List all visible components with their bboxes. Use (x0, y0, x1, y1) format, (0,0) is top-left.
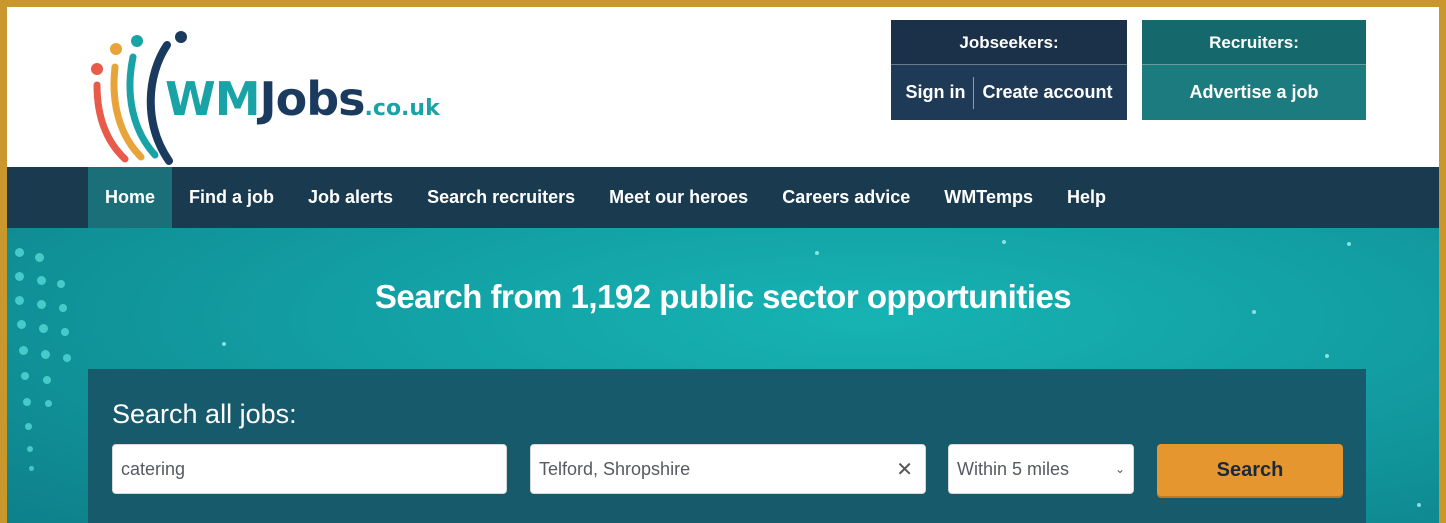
wmjobs-logo[interactable]: WMJobs.co.uk (85, 27, 440, 167)
location-field[interactable]: ✕ (530, 444, 926, 494)
jobseekers-links: Sign in Create account (891, 65, 1127, 120)
create-account-link[interactable]: Create account (982, 82, 1112, 103)
nav-item-search-recruiters[interactable]: Search recruiters (410, 167, 592, 228)
logo-jobs: Jobs (259, 72, 366, 126)
chevron-down-icon: ⌄ (1114, 462, 1125, 476)
nav-item-job-alerts[interactable]: Job alerts (291, 167, 410, 228)
keyword-input[interactable] (121, 458, 498, 480)
jobseekers-panel: Jobseekers: Sign in Create account (891, 20, 1127, 120)
job-search-panel: Search all jobs: ✕ Within 5 miles ⌄ Sear… (88, 369, 1366, 523)
recruiters-panel: Recruiters: Advertise a job (1142, 20, 1366, 120)
nav-item-find-a-job[interactable]: Find a job (172, 167, 291, 228)
nav-item-careers-advice[interactable]: Careers advice (765, 167, 927, 228)
nav-item-home[interactable]: Home (88, 167, 173, 228)
location-input[interactable] (539, 458, 897, 480)
close-icon[interactable]: ✕ (896, 457, 917, 482)
hero-banner: Search from 1,192 public sector opportun… (7, 228, 1439, 523)
jobseekers-title: Jobseekers: (891, 20, 1127, 65)
link-divider (973, 76, 975, 109)
logo-wordmark: WMJobs.co.uk (165, 72, 440, 126)
recruiters-title: Recruiters: (1142, 20, 1366, 65)
distance-select[interactable]: Within 5 miles ⌄ (948, 444, 1134, 494)
search-label: Search all jobs: (112, 399, 297, 429)
recruiters-links: Advertise a job (1142, 65, 1366, 120)
main-nav: Home Find a job Job alerts Search recrui… (7, 167, 1439, 228)
sign-in-link[interactable]: Sign in (905, 82, 965, 103)
search-button[interactable]: Search (1157, 444, 1343, 496)
logo-wm: WM (165, 72, 261, 126)
page-frame: WMJobs.co.uk Jobseekers: Sign in Create … (0, 0, 1446, 523)
nav-item-wmtemps[interactable]: WMTemps (927, 167, 1050, 228)
site-header: WMJobs.co.uk Jobseekers: Sign in Create … (7, 7, 1439, 167)
logo-domain: .co.uk (364, 96, 440, 121)
distance-selected-value: Within 5 miles (957, 458, 1070, 479)
hero-title: Search from 1,192 public sector opportun… (374, 278, 1072, 315)
advertise-job-link[interactable]: Advertise a job (1189, 82, 1318, 103)
keyword-field[interactable] (112, 444, 507, 494)
nav-item-meet-our-heroes[interactable]: Meet our heroes (592, 167, 765, 228)
nav-item-help[interactable]: Help (1050, 167, 1123, 228)
